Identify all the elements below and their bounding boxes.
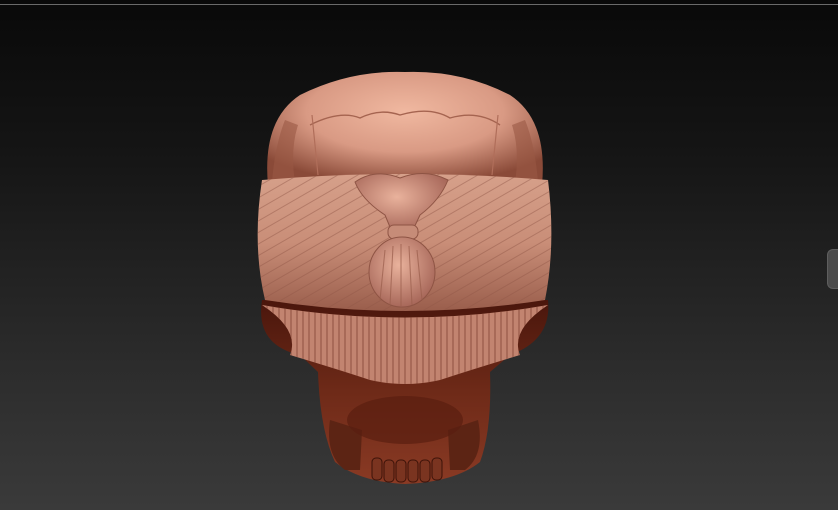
cranium — [267, 71, 543, 185]
3d-viewport[interactable] — [0, 0, 838, 510]
side-panel-collapse-tab[interactable] — [827, 249, 838, 289]
skull-model[interactable] — [0, 0, 838, 510]
